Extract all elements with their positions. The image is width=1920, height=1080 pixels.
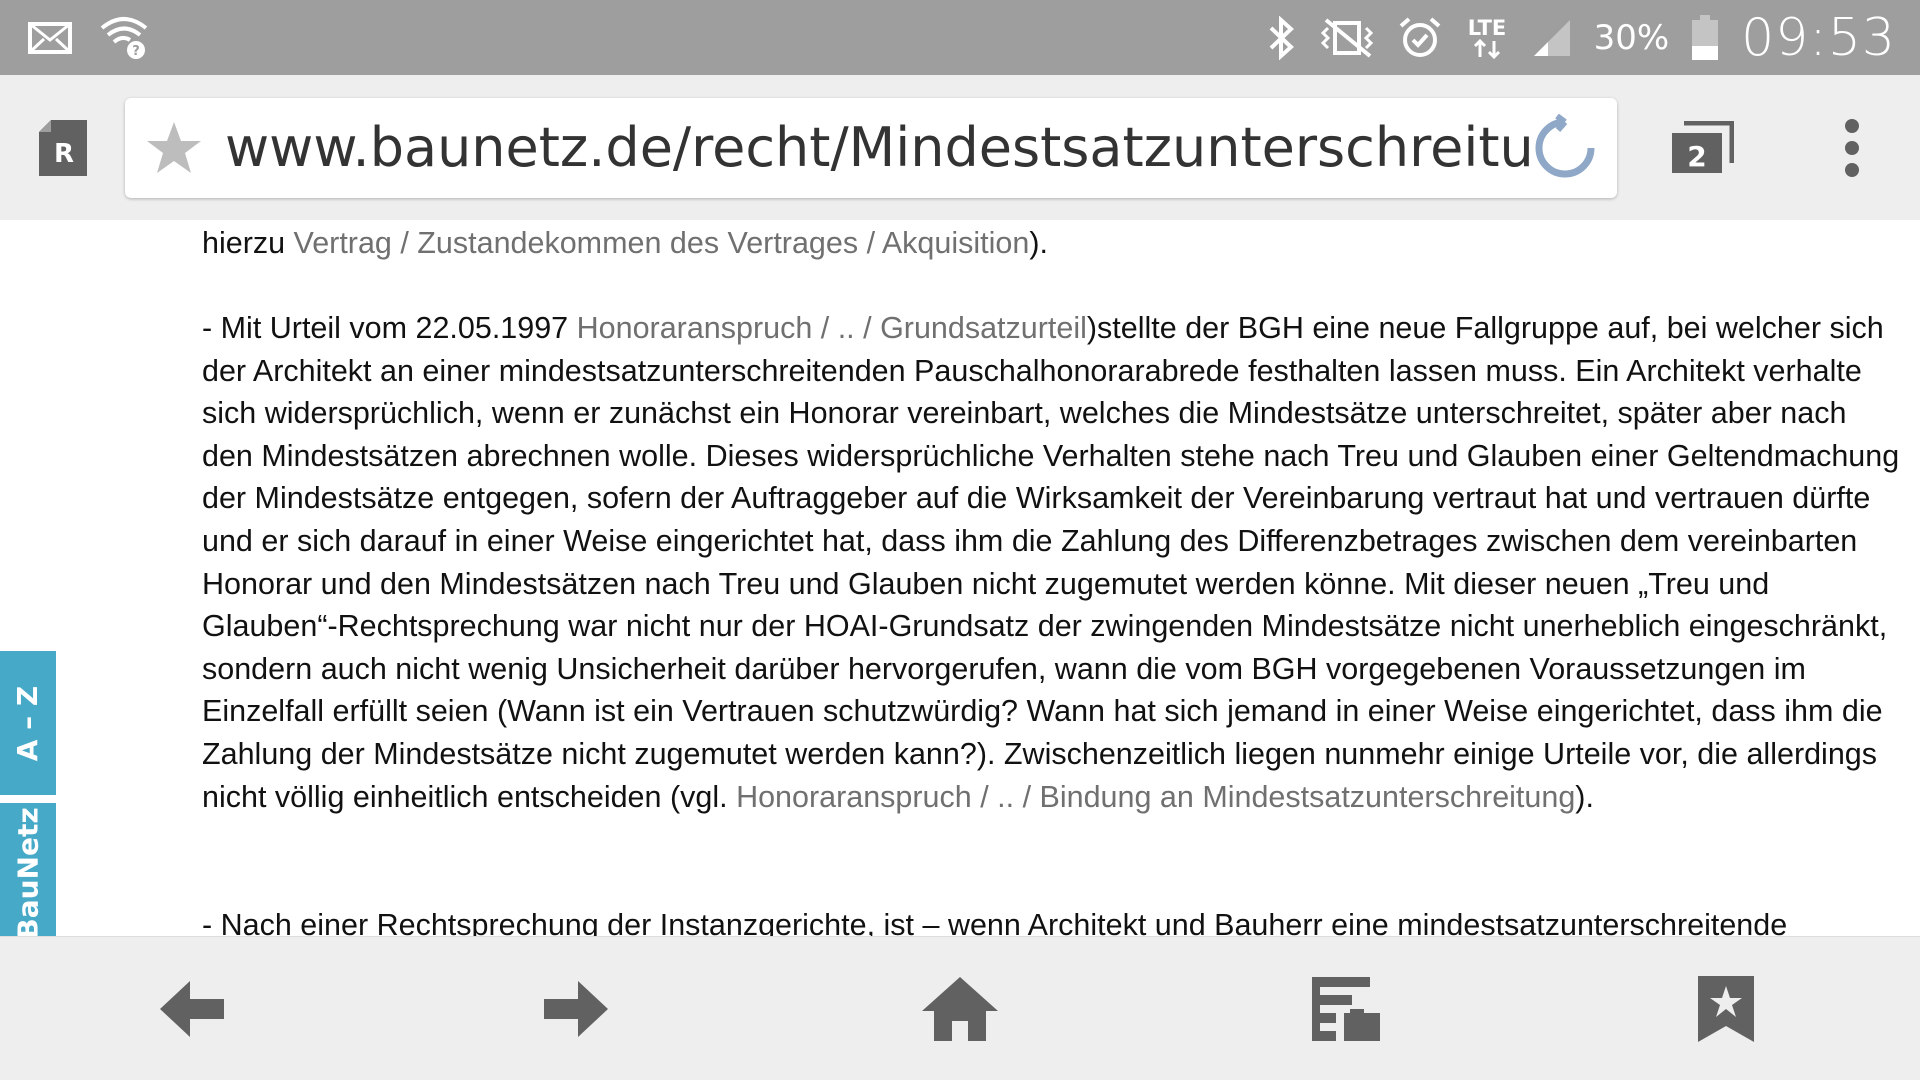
arrow-back-icon — [160, 981, 224, 1037]
tabs-icon: 2 — [1672, 120, 1734, 173]
forward-button[interactable] — [506, 937, 646, 1080]
more-vert-icon — [1845, 118, 1859, 177]
reader-mode-label: R — [53, 139, 73, 169]
status-bar: ? LTE 30% 09:53 — [0, 0, 1920, 75]
text: ). — [1575, 779, 1594, 814]
clock: 09:53 — [1741, 7, 1896, 68]
battery-icon — [1691, 14, 1719, 61]
reader-mode-button[interactable]: R — [0, 75, 125, 220]
side-tab-baunetz[interactable]: BauNetz — [0, 803, 56, 936]
text: ). — [1029, 226, 1048, 260]
mail-icon — [28, 21, 72, 54]
svg-text:?: ? — [132, 44, 140, 59]
svg-text:LTE: LTE — [1467, 16, 1506, 40]
link-bindung-mindestsatz[interactable]: Honoraranspruch / .. / Bindung an Mindes… — [736, 780, 1575, 814]
reload-icon[interactable] — [1531, 113, 1599, 182]
link-akquisition[interactable]: Vertrag / Zustandekommen des Vertrages /… — [294, 226, 1030, 260]
reader-mode-icon: R — [38, 119, 87, 176]
paragraph: - Nach einer Rechtsprechung der Instanzg… — [202, 904, 1902, 936]
text: hierzu — [202, 226, 294, 260]
status-right: LTE 30% 09:53 — [1266, 8, 1896, 68]
text: )stellte der BGH eine neue Fallgruppe au… — [202, 311, 1900, 814]
home-button[interactable] — [890, 937, 1030, 1080]
page-content[interactable]: hierzu Vertrag / Zustandekommen des Vert… — [0, 220, 1920, 936]
battery-percent: 30% — [1593, 17, 1670, 58]
url-text[interactable]: www.baunetz.de/recht/Mindestsatzuntersch… — [203, 116, 1531, 179]
status-left: ? — [28, 16, 148, 60]
bookmark-star-icon[interactable] — [145, 120, 203, 176]
tab-count: 2 — [1687, 140, 1706, 173]
bottom-navigation-bar — [0, 936, 1920, 1080]
wifi-icon: ? — [100, 16, 148, 60]
signal-icon — [1532, 18, 1572, 58]
side-tab-a-z-label: A – Z — [11, 685, 45, 761]
arrow-forward-icon — [544, 981, 608, 1037]
link-grundsatzurteil[interactable]: Honoraranspruch / .. / Grundsatzurteil — [577, 311, 1087, 345]
paragraph: - Mit Urteil vom 22.05.1997 Honoraranspr… — [202, 307, 1902, 818]
lte-icon: LTE — [1464, 15, 1510, 61]
side-tab-baunetz-label: BauNetz — [11, 806, 45, 936]
text: - Nach einer Rechtsprechung der Instanzg… — [202, 908, 1788, 936]
tab-switcher-button[interactable]: 2 — [1617, 75, 1787, 220]
bluetooth-icon — [1266, 15, 1296, 60]
back-button[interactable] — [122, 937, 262, 1080]
browser-toolbar: R www.baunetz.de/recht/Mindestsatzunters… — [0, 75, 1920, 220]
alarm-icon — [1398, 16, 1442, 60]
home-icon — [922, 977, 998, 1041]
bookmarks-icon — [1698, 976, 1754, 1042]
overflow-menu-button[interactable] — [1787, 75, 1917, 220]
vibrate-icon — [1318, 17, 1376, 58]
side-tab-a-z[interactable]: A – Z — [0, 651, 56, 795]
paragraph: hierzu Vertrag / Zustandekommen des Vert… — [202, 222, 1048, 265]
saved-pages-button[interactable] — [1276, 937, 1416, 1080]
saved-pages-icon — [1312, 977, 1380, 1041]
bookmarks-button[interactable] — [1656, 937, 1796, 1080]
address-bar[interactable]: www.baunetz.de/recht/Mindestsatzuntersch… — [125, 97, 1617, 198]
text: - Mit Urteil vom 22.05.1997 — [202, 311, 577, 345]
